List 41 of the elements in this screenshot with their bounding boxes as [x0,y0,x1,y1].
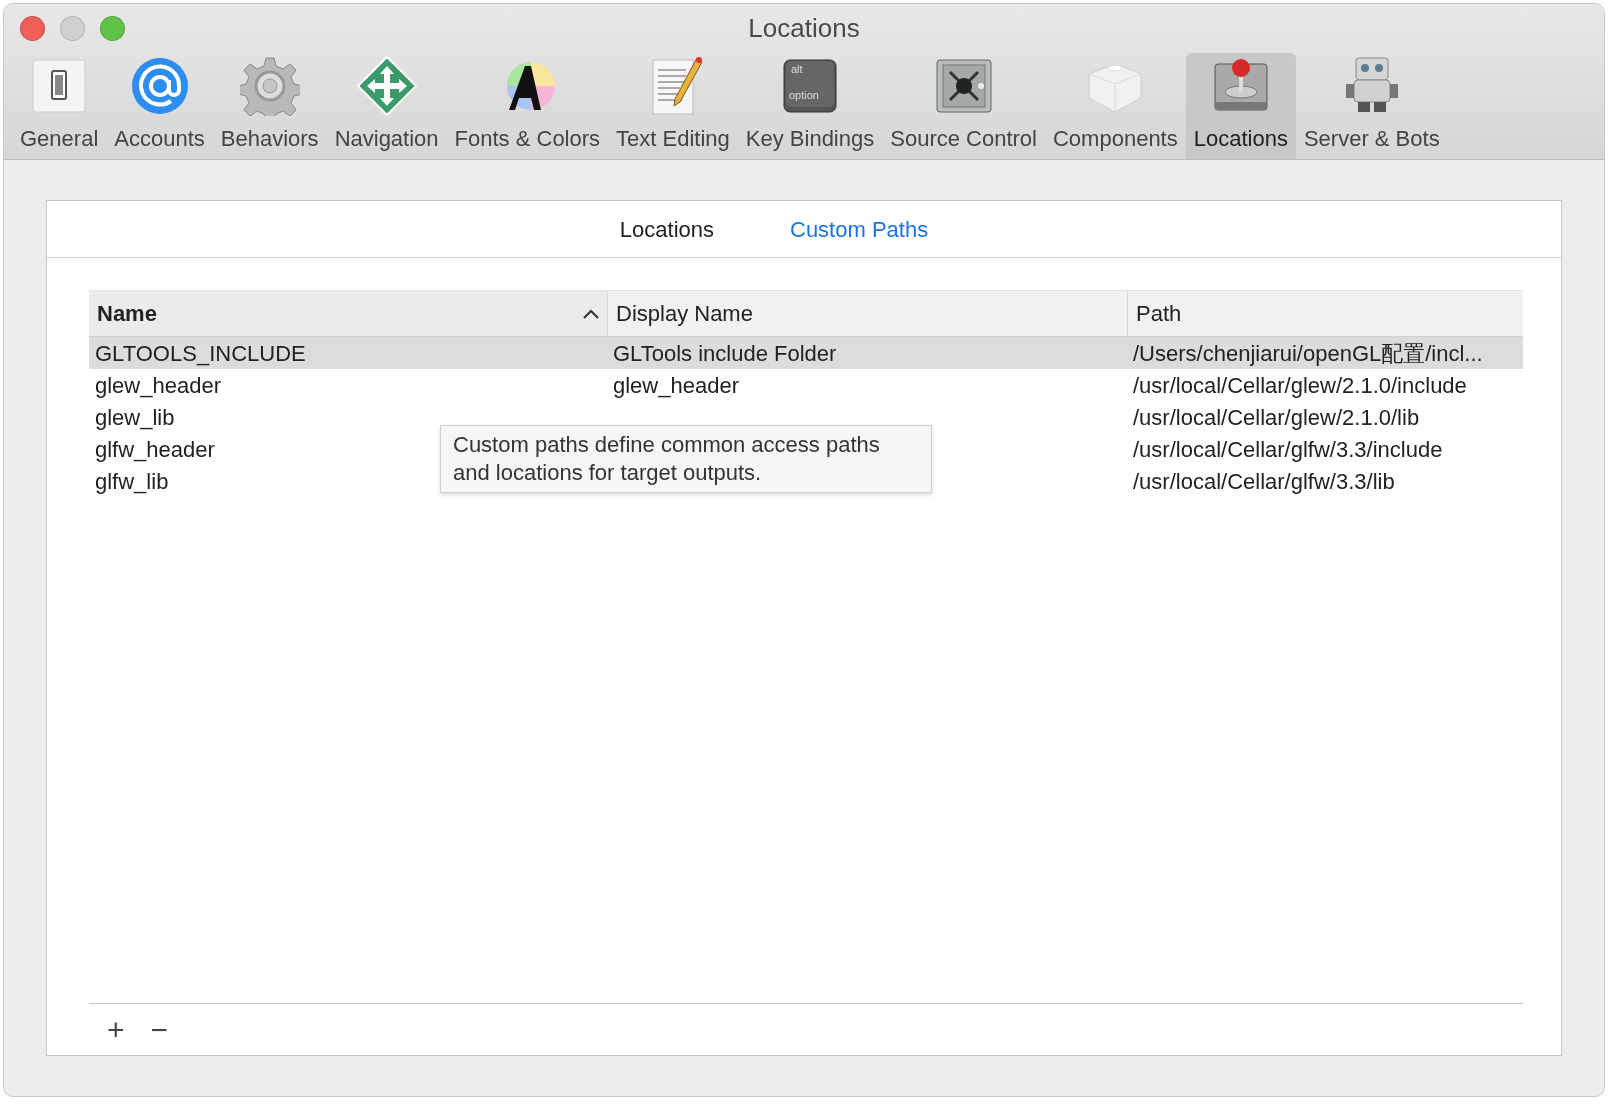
toolbar-item[interactable]: Accounts [106,53,213,159]
toolbar-item[interactable]: Components [1045,53,1186,159]
tab[interactable]: Locations [609,208,724,250]
at-sign-icon [129,56,190,116]
table-cell[interactable]: /usr/local/Cellar/glfw/3.3/lib [1133,468,1395,494]
close-button[interactable] [20,16,45,41]
toolbar-item[interactable]: Source Control [882,53,1045,159]
toolbar-item[interactable]: Server & Bots [1295,53,1448,159]
minimize-button[interactable] [60,16,85,41]
toolbar-item[interactable]: Locations [1185,53,1296,159]
toolbar-item[interactable]: Behaviors [212,53,327,159]
column-header[interactable]: Path [1136,297,1182,330]
table-cell[interactable]: glew_lib [95,404,175,430]
gear-icon [239,56,300,116]
key-icon: alt option [780,56,840,116]
table-cell[interactable]: glew_header [613,372,739,398]
table-cell[interactable]: /usr/local/Cellar/glew/2.1.0/include [1133,372,1467,398]
toolbar-item[interactable]: Navigation [326,53,447,159]
tab[interactable]: Custom Paths [780,208,939,250]
table-cell[interactable]: glfw_header [95,436,215,462]
toolbar-item[interactable]: General [12,53,107,159]
move-arrows-icon [356,56,417,116]
column-header[interactable]: Name [97,297,157,330]
add-button[interactable]: + [103,1014,129,1045]
sort-caret-icon [583,308,599,319]
toolbar-item[interactable]: alt option Key Bindings [737,53,883,159]
zoom-button[interactable] [100,16,125,41]
toolbar-item[interactable]: Fonts & Colors [446,53,609,159]
safe-icon [933,56,994,116]
tooltip: Custom paths define common access paths and locations for target outputs. [440,425,932,493]
column-header[interactable]: Display Name [616,297,753,330]
table-cell[interactable]: /Users/chenjiarui/openGL配置/incl... [1133,340,1483,366]
toolbar-item[interactable]: Text Editing [608,53,738,159]
remove-button[interactable]: − [146,1014,173,1045]
table-cell[interactable]: GLTOOLS_INCLUDE [95,340,306,366]
table-cell[interactable]: GLTools include Folder [613,340,837,366]
table-cell[interactable]: glew_header [95,372,221,398]
table-cell[interactable]: /usr/local/Cellar/glew/2.1.0/lib [1133,404,1420,430]
window-title: Locations [748,13,860,43]
table-cell[interactable]: /usr/local/Cellar/glfw/3.3/include [1133,436,1443,462]
table-cell[interactable]: glfw_lib [95,468,169,494]
